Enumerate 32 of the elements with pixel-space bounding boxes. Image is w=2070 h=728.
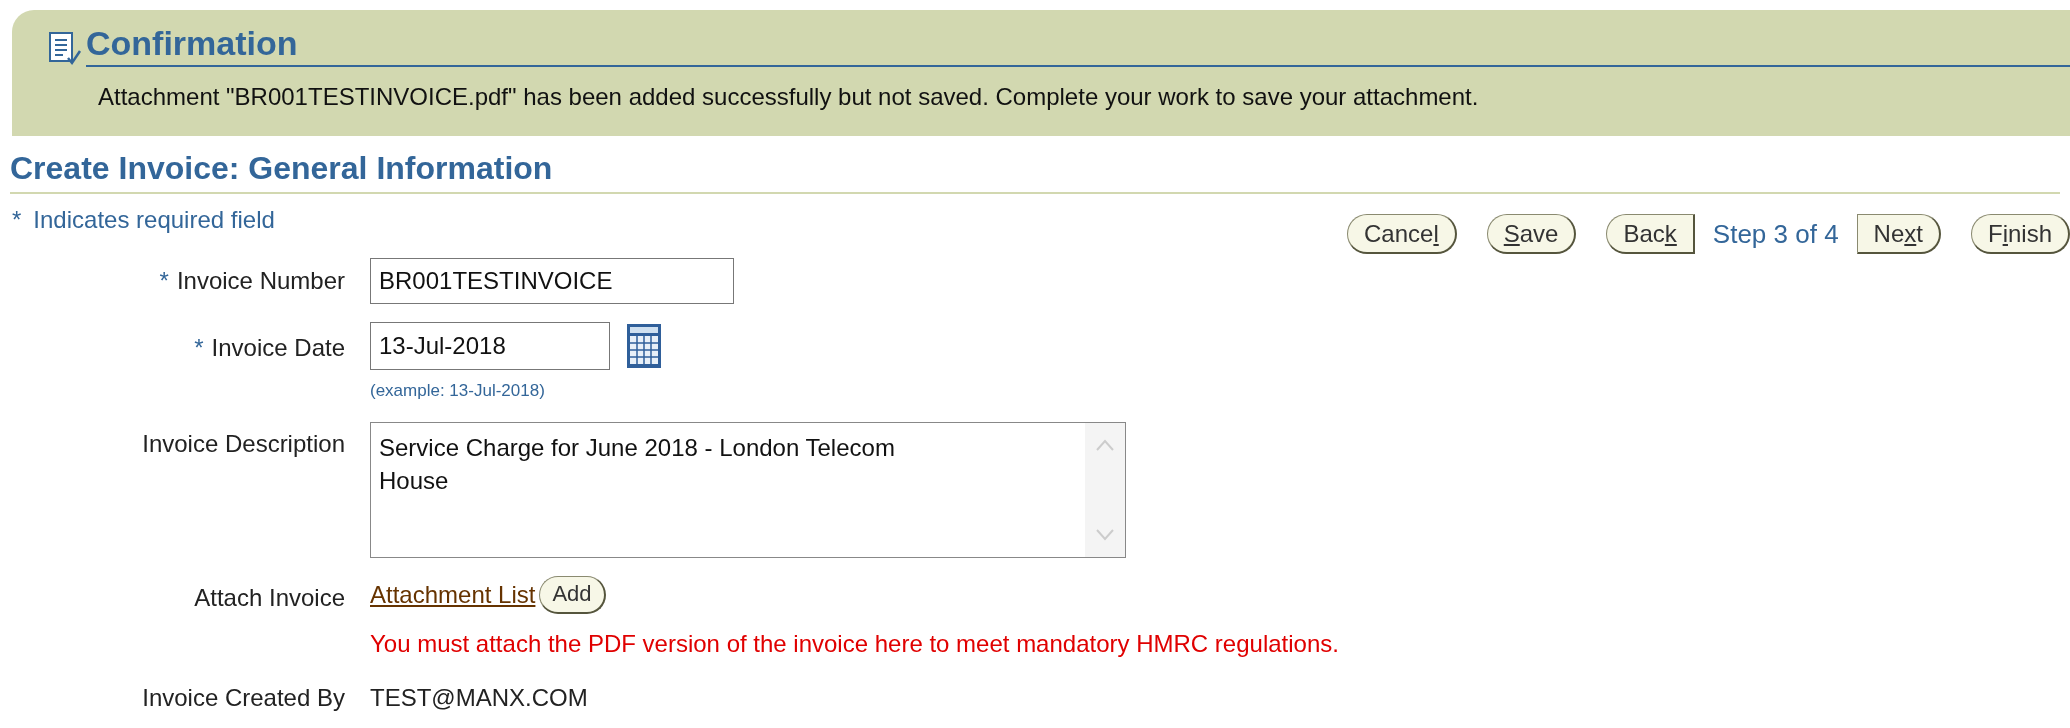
field-label: Attach Invoice (194, 582, 345, 613)
required-mark: * (159, 266, 169, 296)
confirmation-title: Confirmation (86, 24, 298, 62)
error-message: You must attach the PDF version of the invoice here to meet mandatory HMRC regulations. (370, 628, 1339, 659)
confirmation-message: Attachment "BR001TESTINVOICE.pdf" has been added successfully but not saved. Complete your work to save your attachment. (97, 81, 1480, 112)
page-title: Create Invoice: General Information (10, 149, 554, 188)
document-check-icon (48, 30, 82, 67)
field-label: Invoice Date (211, 333, 345, 363)
description-field[interactable]: Service Charge for June 2018 - London Telecom House (370, 421, 1126, 558)
step-indicator: Step 3 of 4 (1712, 217, 1839, 251)
scrollbar[interactable] (1085, 422, 1125, 557)
required-note: Indicates required field (33, 205, 275, 235)
add-button[interactable]: Add (539, 575, 606, 614)
text-field[interactable]: BR001TESTINVOICE (370, 258, 734, 304)
attachment-list-link[interactable]: Attachment List (370, 576, 536, 613)
action-button[interactable]: Save (1486, 214, 1577, 254)
next-button[interactable]: Next (1856, 214, 1941, 254)
required-mark: * (12, 205, 22, 235)
calendar-icon[interactable] (626, 323, 662, 369)
field-label: Invoice Number (176, 266, 345, 296)
back-button[interactable]: Back (1606, 214, 1695, 254)
field-label: Invoice Created By (142, 682, 345, 713)
description-text: Service Charge for June 2018 - London Telecom House (379, 432, 896, 497)
scroll-up-icon[interactable] (1095, 438, 1115, 451)
action-button[interactable]: Cancel (1347, 214, 1457, 254)
required-mark: * (194, 333, 204, 363)
date-field[interactable]: 13-Jul-2018 (370, 322, 610, 370)
field-label: Invoice Description (142, 428, 345, 459)
field-value: TEST@MANX.COM (370, 682, 588, 713)
date-hint: (example: 13-Jul-2018) (370, 380, 546, 402)
scroll-down-icon[interactable] (1095, 528, 1115, 541)
action-button[interactable]: Finish (1970, 214, 2070, 254)
